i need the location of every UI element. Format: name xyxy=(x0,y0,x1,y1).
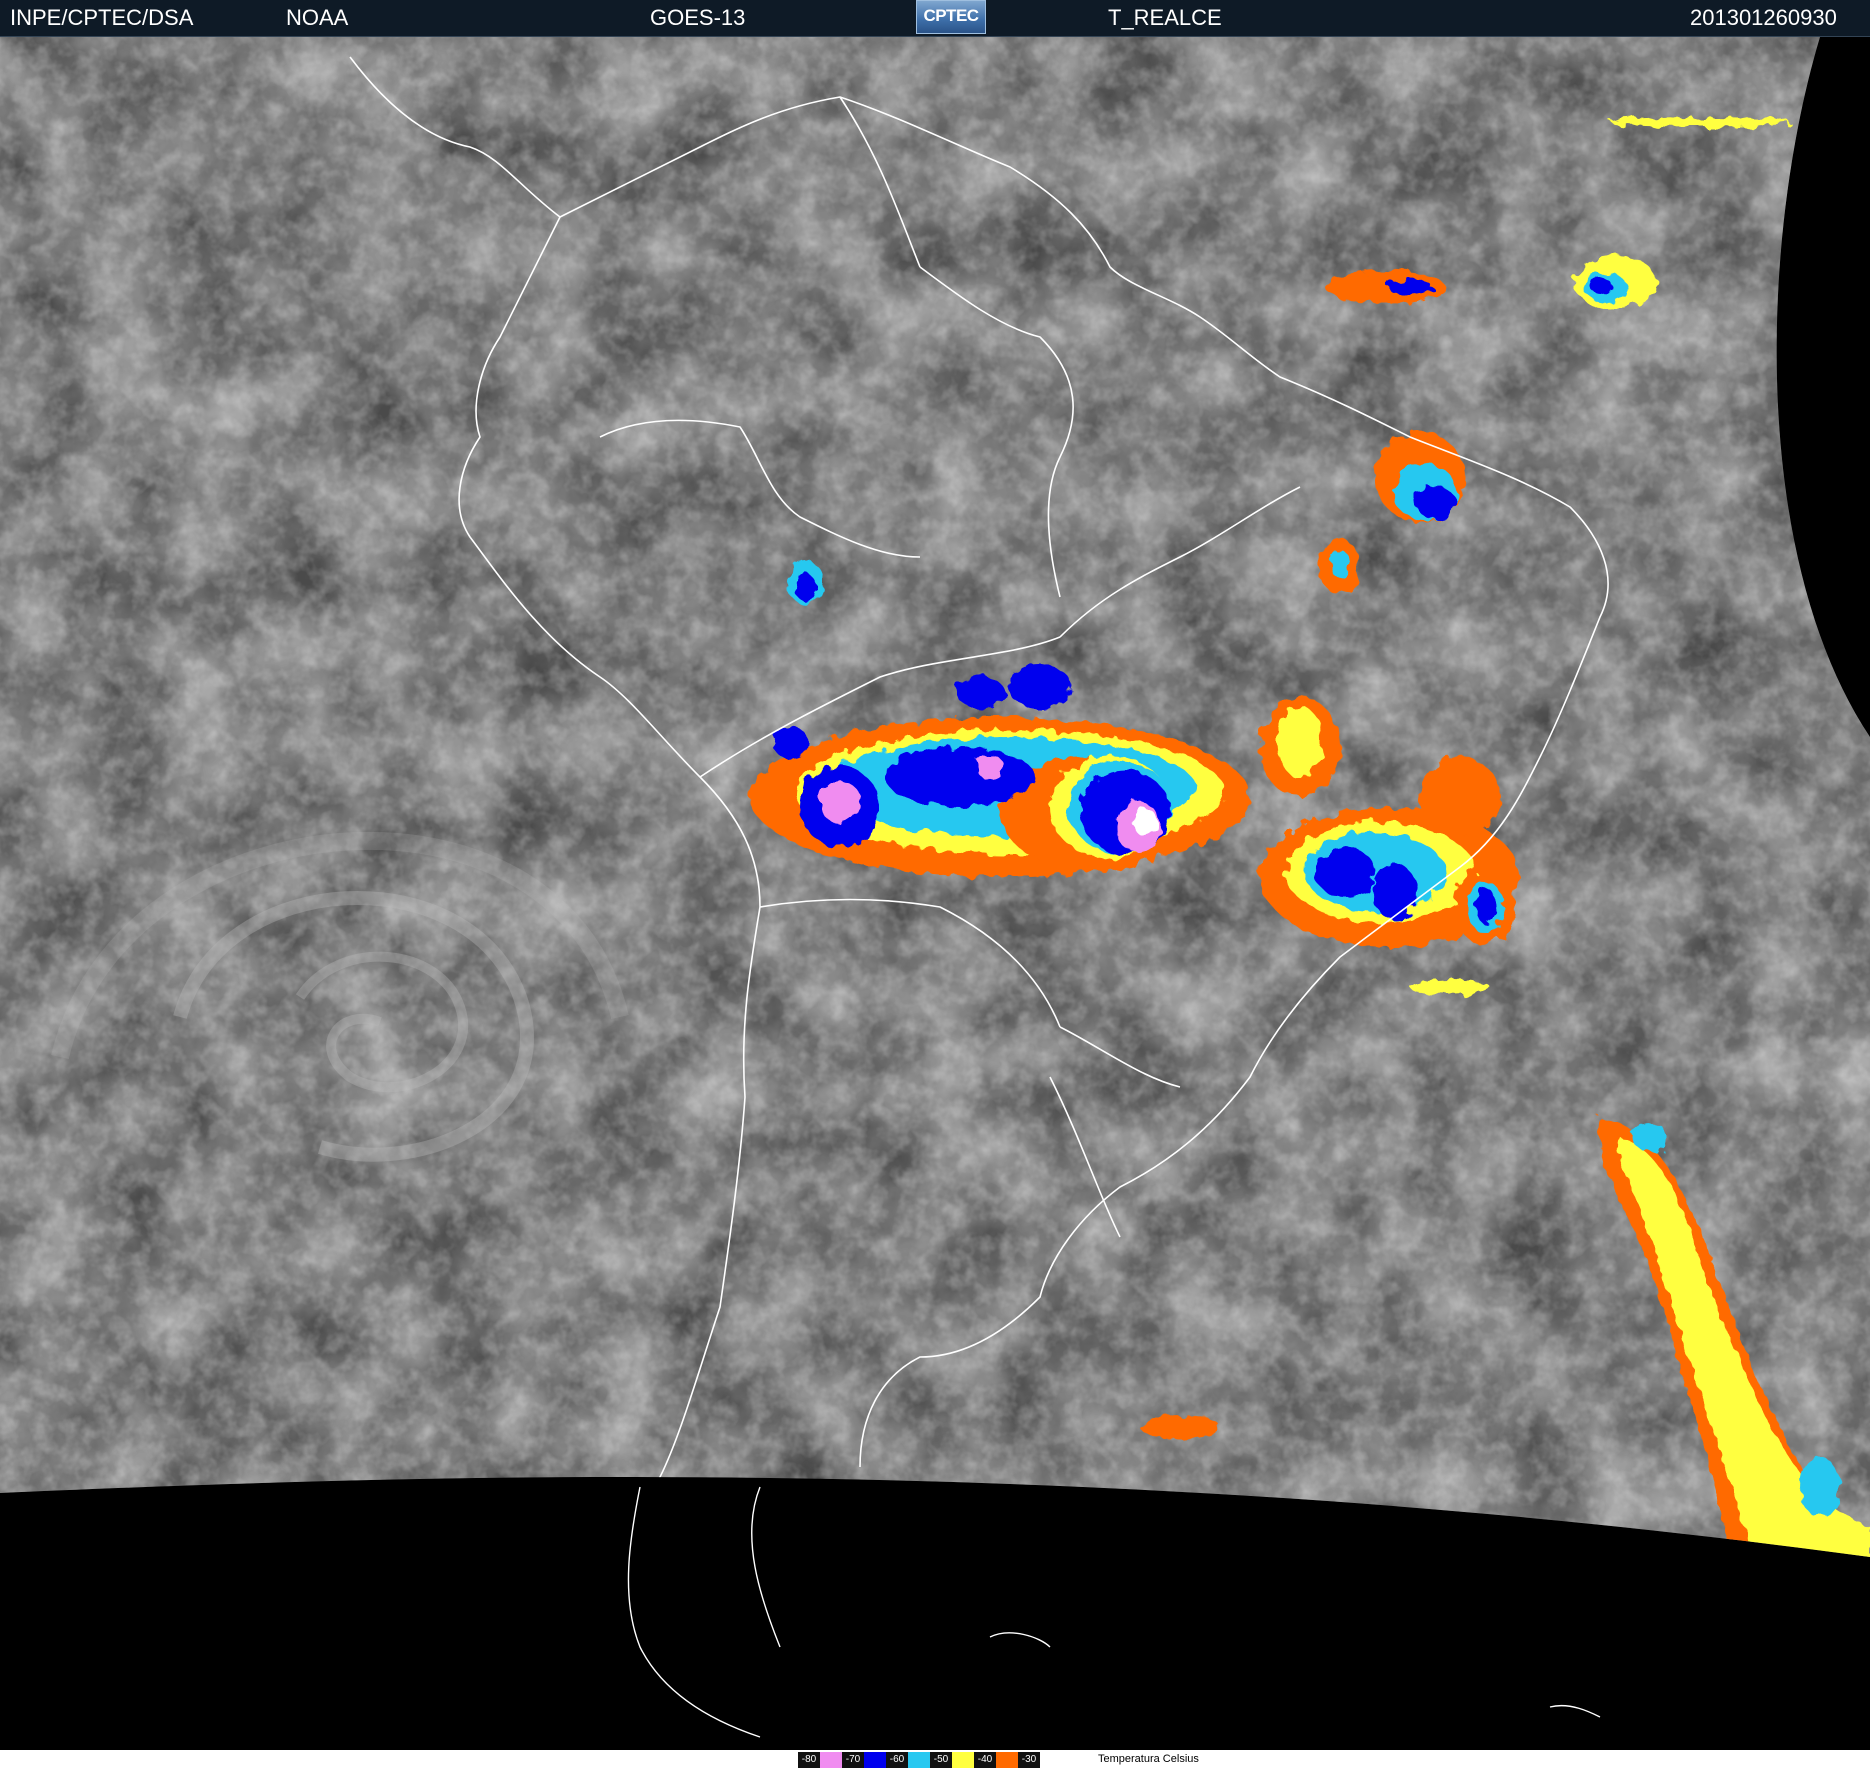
legend-label: -70 xyxy=(842,1752,864,1768)
legend-swatch xyxy=(908,1752,930,1768)
legend-swatch xyxy=(952,1752,974,1768)
logo-text: CPTEC xyxy=(923,6,979,25)
temperature-legend: -80 -70 -60 -50 -40 -30 Temperatura Cels… xyxy=(0,1750,1870,1770)
legend-label: -80 xyxy=(798,1752,820,1768)
satellite-image xyxy=(0,37,1870,1750)
legend-title: Temperatura Celsius xyxy=(1098,1753,1199,1765)
legend-label: -50 xyxy=(930,1752,952,1768)
legend-label: -40 xyxy=(974,1752,996,1768)
header-bar: INPE/CPTEC/DSA NOAA GOES-13 CPTEC T_REAL… xyxy=(0,0,1870,37)
earth-disk xyxy=(0,37,1870,1557)
legend-swatch xyxy=(996,1752,1018,1768)
source-label: NOAA xyxy=(286,5,349,30)
timestamp-label: 201301260930 xyxy=(1690,5,1837,30)
legend-label: -30 xyxy=(1018,1752,1040,1768)
cptec-logo-icon: CPTEC xyxy=(916,0,986,34)
satellite-label: GOES-13 xyxy=(650,5,746,30)
product-label: T_REALCE xyxy=(1108,5,1222,30)
legend-swatch xyxy=(864,1752,886,1768)
agency-label: INPE/CPTEC/DSA xyxy=(10,5,194,30)
legend-label: -60 xyxy=(886,1752,908,1768)
legend-swatch xyxy=(820,1752,842,1768)
